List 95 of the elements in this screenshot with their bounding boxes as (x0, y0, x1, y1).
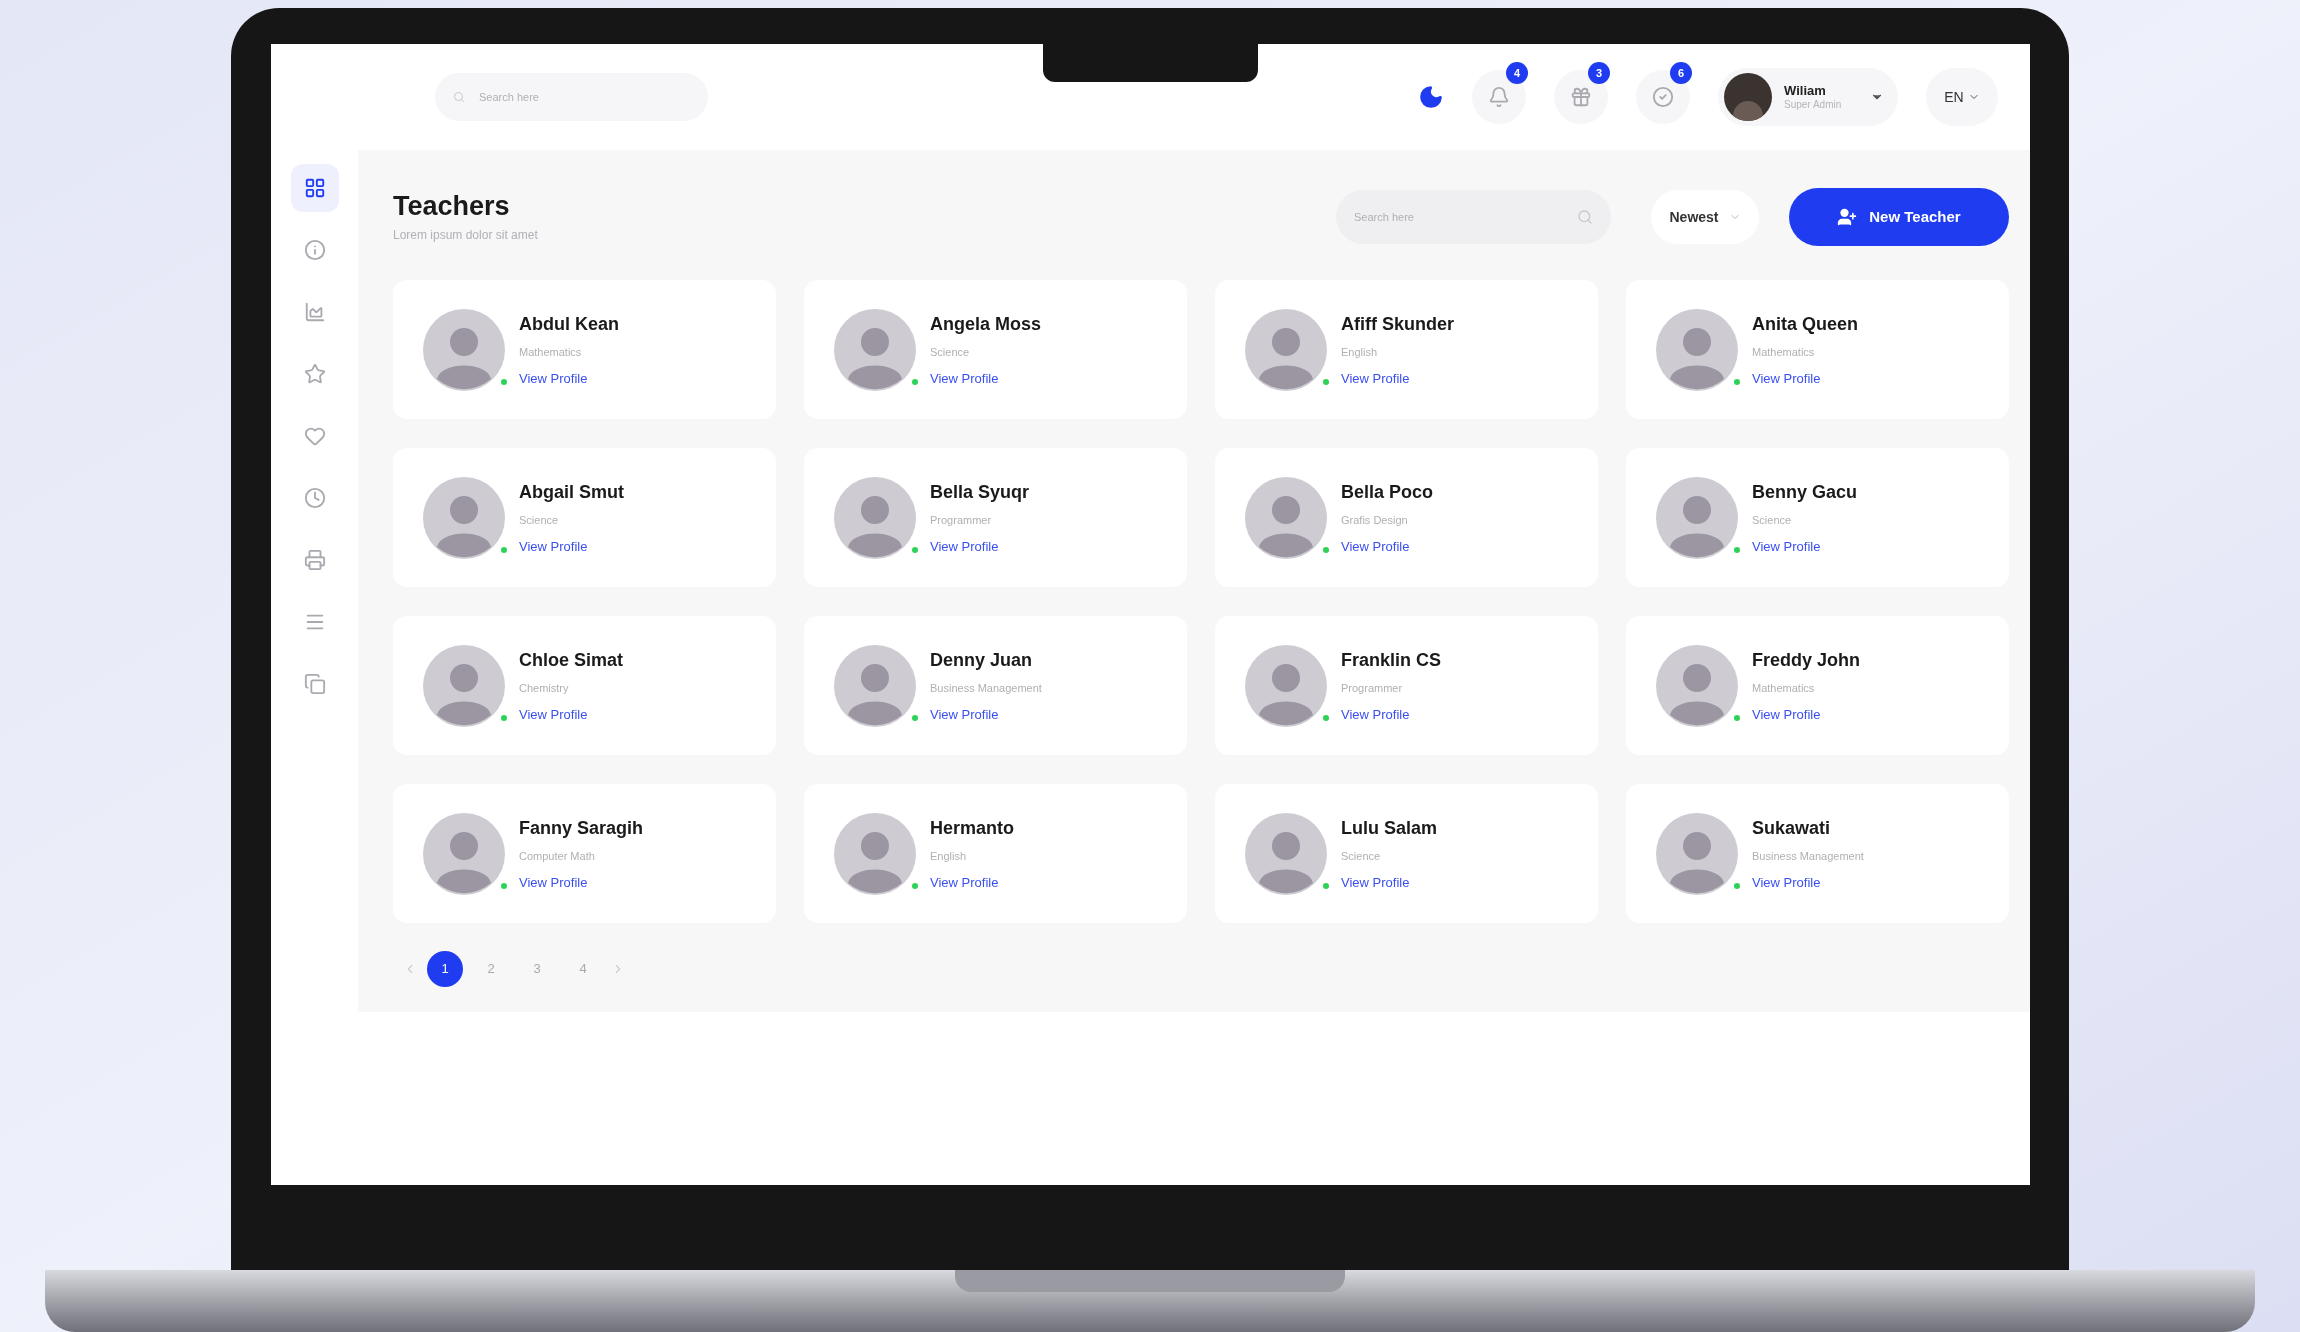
avatar-silhouette-icon (1245, 308, 1327, 391)
avatar-silhouette-icon (423, 644, 505, 727)
gift-icon (1570, 86, 1592, 108)
bell-icon (1488, 86, 1510, 108)
view-profile-link[interactable]: View Profile (1752, 536, 1858, 556)
avatar-silhouette-icon (834, 476, 916, 559)
teacher-name: Angela Moss (930, 313, 1042, 336)
teacher-subject: Mathematics (519, 345, 583, 360)
teacher-name: Sukawati (1752, 817, 1832, 840)
chart-icon (303, 301, 326, 323)
page-title: Teachers (393, 190, 511, 224)
avatar-silhouette-icon (1656, 644, 1738, 727)
moon-icon[interactable] (1418, 84, 1444, 110)
view-profile-link[interactable]: View Profile (1341, 872, 1438, 892)
grid-icon (303, 177, 326, 199)
teacher-name: Fanny Saragih (519, 817, 644, 840)
teacher-name: Denny Juan (930, 649, 1034, 672)
view-profile-link[interactable]: View Profile (930, 368, 1042, 388)
teacher-subject: Business Management (1752, 849, 1864, 864)
teacher-name: Abgail Smut (519, 481, 624, 504)
teacher-name: Freddy John (1752, 649, 1860, 672)
view-profile-link[interactable]: View Profile (930, 872, 1014, 892)
info-icon (303, 239, 326, 261)
notification-badge: 3 (1588, 62, 1610, 84)
teacher-name: Hermanto (930, 817, 1014, 840)
avatar-silhouette-icon (423, 308, 505, 391)
avatar-silhouette-icon (1656, 812, 1738, 895)
notification-badge: 6 (1670, 62, 1692, 84)
teacher-subject: Mathematics (1752, 345, 1816, 360)
view-profile-link[interactable]: View Profile (1752, 704, 1860, 724)
user-menu[interactable]: Wiliam Super Admin (1718, 68, 1898, 126)
check-circle-icon (1652, 86, 1674, 108)
avatar-silhouette-icon (1245, 812, 1327, 895)
teacher-subject: Science (930, 345, 971, 360)
user-plus-icon (1837, 207, 1858, 227)
teacher-subject: Mathematics (1752, 681, 1816, 696)
teacher-search-field[interactable]: Search here (1336, 190, 1611, 244)
copy-icon (303, 673, 326, 695)
view-profile-link[interactable]: View Profile (930, 704, 1042, 724)
avatar-icon (1724, 73, 1772, 121)
sort-dropdown[interactable]: Newest (1651, 190, 1759, 244)
view-profile-link[interactable]: View Profile (519, 704, 624, 724)
view-profile-link[interactable]: View Profile (1341, 704, 1442, 724)
star-icon (303, 363, 326, 385)
page-subtitle: Lorem ipsum dolor sit amet (393, 226, 538, 244)
avatar-silhouette-icon (1656, 476, 1738, 559)
view-profile-link[interactable]: View Profile (1341, 368, 1454, 388)
teacher-subject: Programmer (930, 513, 993, 528)
page-number[interactable]: 1 (427, 951, 463, 987)
teacher-name: Afiff Skunder (1341, 313, 1454, 336)
user-name: Wiliam (1784, 82, 1826, 99)
teacher-subject: English (930, 849, 968, 864)
teacher-subject: Science (1752, 513, 1793, 528)
view-profile-link[interactable]: View Profile (519, 872, 644, 892)
language-selector[interactable]: EN (1926, 68, 1998, 126)
clock-icon (303, 487, 326, 509)
teacher-name: Benny Gacu (1752, 481, 1858, 504)
teacher-subject: Science (1341, 849, 1382, 864)
avatar-silhouette-icon (423, 476, 505, 559)
view-profile-link[interactable]: View Profile (1341, 536, 1434, 556)
sidebar-item[interactable] (290, 164, 339, 212)
avatar-silhouette-icon (423, 812, 505, 895)
avatar-silhouette-icon (1245, 644, 1327, 727)
view-profile-link[interactable]: View Profile (519, 368, 619, 388)
avatar-silhouette-icon (1656, 308, 1738, 391)
new-teacher-button[interactable]: New Teacher (1789, 188, 2009, 246)
user-role: Super Admin (1784, 98, 1842, 112)
view-profile-link[interactable]: View Profile (930, 536, 1030, 556)
teacher-name: Chloe Simat (519, 649, 624, 672)
teacher-subject: English (1341, 345, 1379, 360)
heart-icon (303, 425, 326, 447)
view-profile-link[interactable]: View Profile (519, 536, 624, 556)
search-field[interactable]: Search here (435, 73, 708, 121)
teacher-name: Lulu Salam (1341, 817, 1438, 840)
view-profile-link[interactable]: View Profile (1752, 368, 1858, 388)
teacher-subject: Science (519, 513, 560, 528)
teacher-name: Anita Queen (1752, 313, 1858, 336)
teacher-subject: Chemistry (519, 681, 570, 696)
avatar-silhouette-icon (834, 644, 916, 727)
search-icon (453, 91, 465, 103)
teacher-subject: Programmer (1341, 681, 1404, 696)
printer-icon (303, 549, 326, 571)
teacher-subject: Grafis Design (1341, 513, 1409, 528)
avatar-silhouette-icon (834, 812, 916, 895)
teacher-name: Bella Poco (1341, 481, 1434, 504)
view-profile-link[interactable]: View Profile (1752, 872, 1864, 892)
search-icon (1577, 209, 1593, 225)
teacher-subject: Computer Math (519, 849, 596, 864)
avatar-silhouette-icon (1245, 476, 1327, 559)
teacher-name: Bella Syuqr (930, 481, 1030, 504)
notification-badge: 4 (1506, 62, 1528, 84)
avatar-silhouette-icon (834, 308, 916, 391)
teacher-subject: Business Management (930, 681, 1042, 696)
teacher-name: Franklin CS (1341, 649, 1442, 672)
teacher-name: Abdul Kean (519, 313, 619, 336)
